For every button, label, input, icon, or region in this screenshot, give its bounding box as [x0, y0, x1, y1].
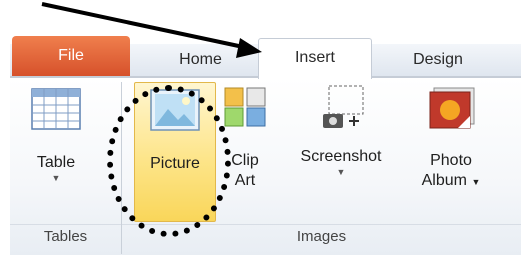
annotation-arrow-icon	[41, 2, 262, 58]
